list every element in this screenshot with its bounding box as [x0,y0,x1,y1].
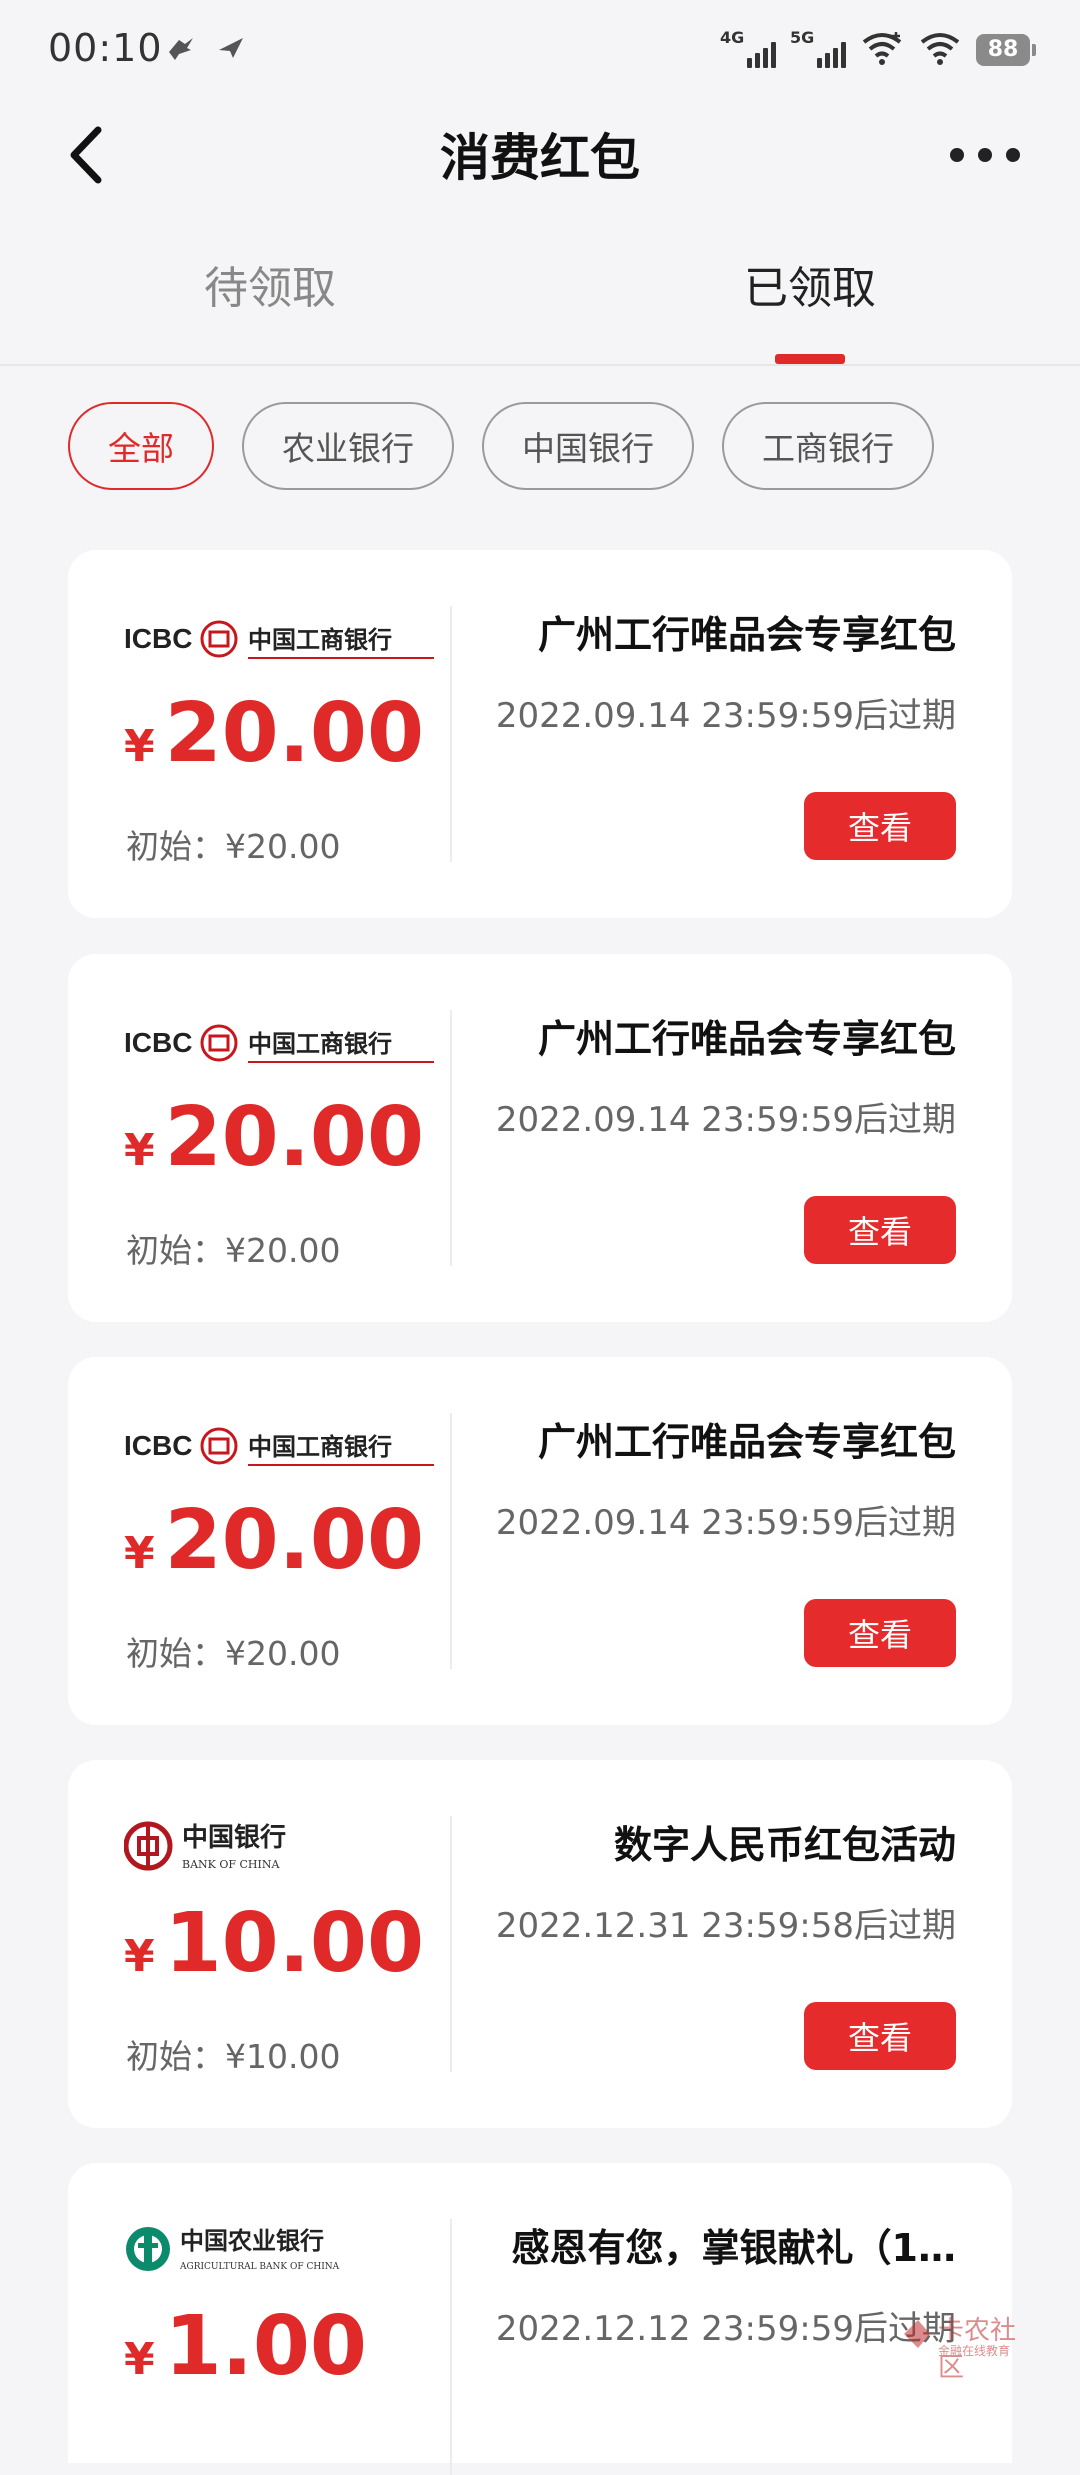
filter-boc-chip[interactable]: 中国银行 [482,402,694,490]
boc-logo-sub: BANK OF CHINA [182,1858,280,1871]
packet-name: 数字人民币红包活动 [613,1823,956,1867]
amount-value: 20.00 [164,1090,424,1185]
watermark: 卡农社区 金融在线教育 [900,2310,1030,2383]
view-button[interactable]: 查看 [804,1599,956,1667]
currency-symbol: ¥ [124,1931,155,1982]
amount-value: 20.00 [164,1493,424,1588]
expire-time: 2022.09.14 23:59:59后过期 [495,696,956,736]
packet-name: 广州工行唯品会专享红包 [537,1017,956,1061]
expire-time: 2022.12.31 23:59:58后过期 [495,1906,956,1946]
status-time: 00:10 [48,26,163,70]
expire-time: 2022.09.14 23:59:59后过期 [495,1100,956,1140]
wifi-calling-icon [860,30,904,70]
red-packet-card: ICBC 中国工商银行 ¥ 20.00 初始：¥20.00 广州工行唯品会专享红… [68,1357,1012,1725]
filter-abc-chip[interactable]: 农业银行 [242,402,454,490]
tab-bar: 待领取 已领取 [0,230,1080,366]
initial-amount: 初始：¥20.00 [126,1634,341,1673]
packet-amount: ¥ 20.00 [124,1090,424,1185]
filter-icbc-chip[interactable]: 工商银行 [722,402,934,490]
bank-filter-bar: 全部 农业银行 中国银行 工商银行 [68,402,934,490]
more-dot-icon [1006,148,1020,162]
nav-bar: 消费红包 [0,100,1080,210]
abc-logo: 中国农业银行 AGRICULTURAL BANK OF CHINA [124,2221,434,2281]
abc-logo-sub: AGRICULTURAL BANK OF CHINA [179,2262,340,2272]
icbc-logo-name: 中国工商银行 [248,626,392,654]
abc-logo-name: 中国农业银行 [180,2226,324,2255]
currency-symbol: ¥ [124,2334,155,2385]
tab-pending[interactable]: 待领取 [0,252,540,316]
packet-amount: ¥ 20.00 [124,686,424,781]
initial-amount: 初始：¥20.00 [126,1231,341,1270]
icbc-logo-text: ICBC [124,623,192,654]
watermark-subtitle: 金融在线教育 [938,2344,1011,2358]
tab-active-indicator [775,354,845,364]
plane-icon [219,38,243,58]
signal-5g-label: 5G [790,28,815,47]
packet-amount: ¥ 10.00 [124,1896,424,1991]
expire-time: 2022.12.12 23:59:59后过期 [495,2309,956,2349]
currency-symbol: ¥ [124,1528,155,1579]
icbc-logo: ICBC 中国工商银行 [124,1415,434,1475]
signal-5g-icon: 5G [790,28,846,68]
more-options-button[interactable] [950,140,1020,170]
icbc-logo-name: 中国工商银行 [248,1433,392,1461]
packet-name: 广州工行唯品会专享红包 [537,1420,956,1464]
red-packet-card: 中国银行 BANK OF CHINA ¥ 10.00 初始：¥10.00 数字人… [68,1760,1012,2128]
status-bar: 00:10 4G 5G 88 [0,0,1080,100]
currency-symbol: ¥ [124,1125,155,1176]
initial-amount: 初始：¥20.00 [126,827,341,866]
more-dot-icon [950,148,964,162]
view-button[interactable]: 查看 [804,792,956,860]
status-indicators: 4G 5G 88 [720,28,1036,70]
icbc-logo-text: ICBC [124,1430,192,1461]
currency-symbol: ¥ [124,721,155,772]
notification-icons [165,32,247,64]
expire-time: 2022.09.14 23:59:59后过期 [495,1503,956,1543]
bird-icon [169,38,193,60]
icbc-logo: ICBC 中国工商银行 [124,608,434,668]
signal-4g-icon: 4G [720,28,776,68]
red-packet-card: ICBC 中国工商银行 ¥ 20.00 初始：¥20.00 广州工行唯品会专享红… [68,550,1012,918]
more-dot-icon [978,148,992,162]
icbc-logo: ICBC 中国工商银行 [124,1012,434,1072]
amount-value: 20.00 [164,686,424,781]
watermark-logo-icon [904,2320,930,2348]
initial-amount: 初始：¥10.00 [126,2037,341,2076]
tab-received[interactable]: 已领取 [540,252,1080,316]
battery-icon: 88 [976,34,1036,66]
packet-amount: ¥ 1.00 [124,2299,367,2394]
amount-value: 10.00 [164,1896,424,1991]
packet-name: 感恩有您，掌银献礼（1… [511,2226,956,2270]
boc-logo: 中国银行 BANK OF CHINA [123,1818,434,1878]
red-packet-card: 中国农业银行 AGRICULTURAL BANK OF CHINA ¥ 1.00… [68,2163,1012,2475]
red-packet-card: ICBC 中国工商银行 ¥ 20.00 初始：¥20.00 广州工行唯品会专享红… [68,954,1012,1322]
signal-4g-label: 4G [720,28,745,47]
icbc-logo-name: 中国工商银行 [248,1030,392,1058]
boc-logo-name: 中国银行 [182,1822,286,1853]
wifi-icon [918,30,962,70]
filter-all-chip[interactable]: 全部 [68,402,214,490]
amount-value: 1.00 [164,2299,367,2394]
packet-name: 广州工行唯品会专享红包 [537,613,956,657]
view-button[interactable]: 查看 [804,2002,956,2070]
icbc-logo-text: ICBC [124,1027,192,1058]
page-title: 消费红包 [440,129,640,187]
view-button[interactable]: 查看 [804,1196,956,1264]
packet-amount: ¥ 20.00 [124,1493,424,1588]
